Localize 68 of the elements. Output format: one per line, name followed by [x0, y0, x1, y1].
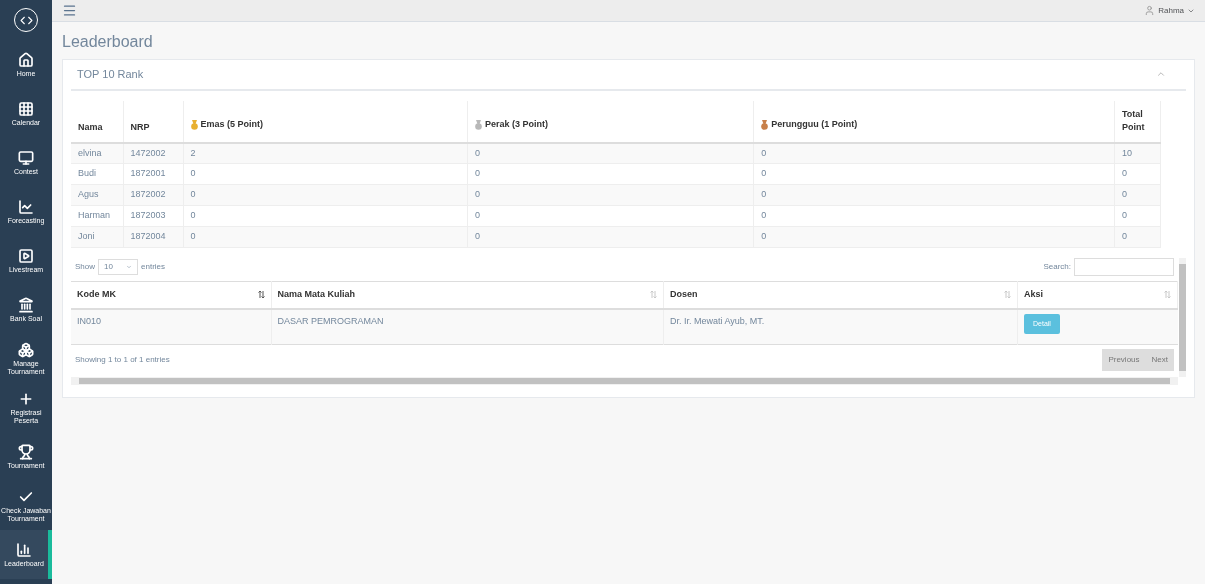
column-header[interactable]: Aksi	[1017, 281, 1178, 309]
trophy-icon	[18, 443, 34, 460]
column-header: Nama	[71, 100, 123, 143]
column-header: Total Point	[1114, 100, 1161, 143]
line-chart-icon	[18, 198, 34, 215]
table-cell: 0	[1114, 184, 1161, 206]
play-icon	[18, 247, 34, 264]
table-cell: 0	[183, 205, 468, 227]
table-cell: Dr. Ir. Mewati Ayub, MT.	[663, 308, 1018, 345]
column-header[interactable]: Kode MK	[71, 281, 271, 309]
table-cell: 0	[467, 205, 754, 227]
table-cell: 0	[183, 184, 468, 206]
page-size-select[interactable]: 10	[98, 259, 138, 275]
column-header[interactable]: Nama Mata Kuliah	[271, 281, 664, 309]
table-cell: 0	[183, 163, 468, 185]
table-cell: 0	[1114, 226, 1161, 248]
table-cell: 2	[183, 142, 468, 164]
table-cell: DASAR PEMROGRAMAN	[271, 308, 664, 345]
table-cell: Budi	[71, 163, 123, 185]
column-header: Perungguu (1 Point)	[753, 100, 1115, 143]
user-avatar-icon	[1144, 5, 1156, 16]
monitor-icon	[18, 149, 34, 166]
table-cell: 0	[467, 163, 754, 185]
table-cell: 0	[753, 142, 1115, 164]
column-header: Perak (3 Point)	[467, 100, 754, 143]
entries-label: entries	[141, 261, 166, 273]
table-cell: 1872004	[123, 226, 183, 248]
previous-link[interactable]: Previous	[1102, 349, 1146, 371]
vertical-scrollbar[interactable]	[1179, 258, 1186, 377]
table-cell: 1872001	[123, 163, 183, 185]
table-cell: 0	[467, 226, 754, 248]
table-cell: Joni	[71, 226, 123, 248]
grid-icon	[18, 100, 34, 117]
table-cell: elvina	[71, 142, 123, 164]
show-label: Show	[75, 261, 95, 273]
horizontal-scrollbar[interactable]	[71, 377, 1178, 385]
table-cell: 1472002	[123, 142, 183, 164]
table-cell: 0	[753, 205, 1115, 227]
building-icon	[18, 296, 34, 313]
next-link[interactable]: Next	[1145, 349, 1174, 371]
page-title: Leaderboard	[62, 32, 154, 52]
boxes-icon	[18, 341, 34, 358]
panel-title: TOP 10 Rank	[76, 67, 144, 82]
caret-icon	[126, 264, 132, 270]
table-cell: 0	[753, 226, 1115, 248]
table-cell: Agus	[71, 184, 123, 206]
table-cell: IN010	[71, 308, 271, 345]
table-cell: 0	[1114, 205, 1161, 227]
table-cell: 0	[753, 184, 1115, 206]
column-header[interactable]: Dosen	[663, 281, 1018, 309]
house-icon	[18, 51, 34, 68]
column-header: Emas (5 Point)	[183, 100, 468, 143]
menu-icon[interactable]	[62, 3, 77, 18]
table-cell: 0	[467, 142, 754, 164]
bar-chart-icon	[16, 541, 32, 558]
search-field[interactable]	[1074, 258, 1174, 276]
search-label: Search:	[1043, 261, 1071, 273]
table-cell: 0	[1114, 163, 1161, 185]
table-cell: 1872002	[123, 184, 183, 206]
table-cell: 10	[1114, 142, 1161, 164]
table-cell: 0	[183, 226, 468, 248]
entries-info: Showing 1 to 1 of 1 entries	[75, 354, 170, 366]
table-cell: 0	[467, 184, 754, 206]
table-cell: 0	[753, 163, 1115, 185]
table-cell: Harman	[71, 205, 123, 227]
user-menu[interactable]: Rahma	[1144, 4, 1195, 17]
column-header: NRP	[123, 100, 183, 143]
table-cell: 1872003	[123, 205, 183, 227]
